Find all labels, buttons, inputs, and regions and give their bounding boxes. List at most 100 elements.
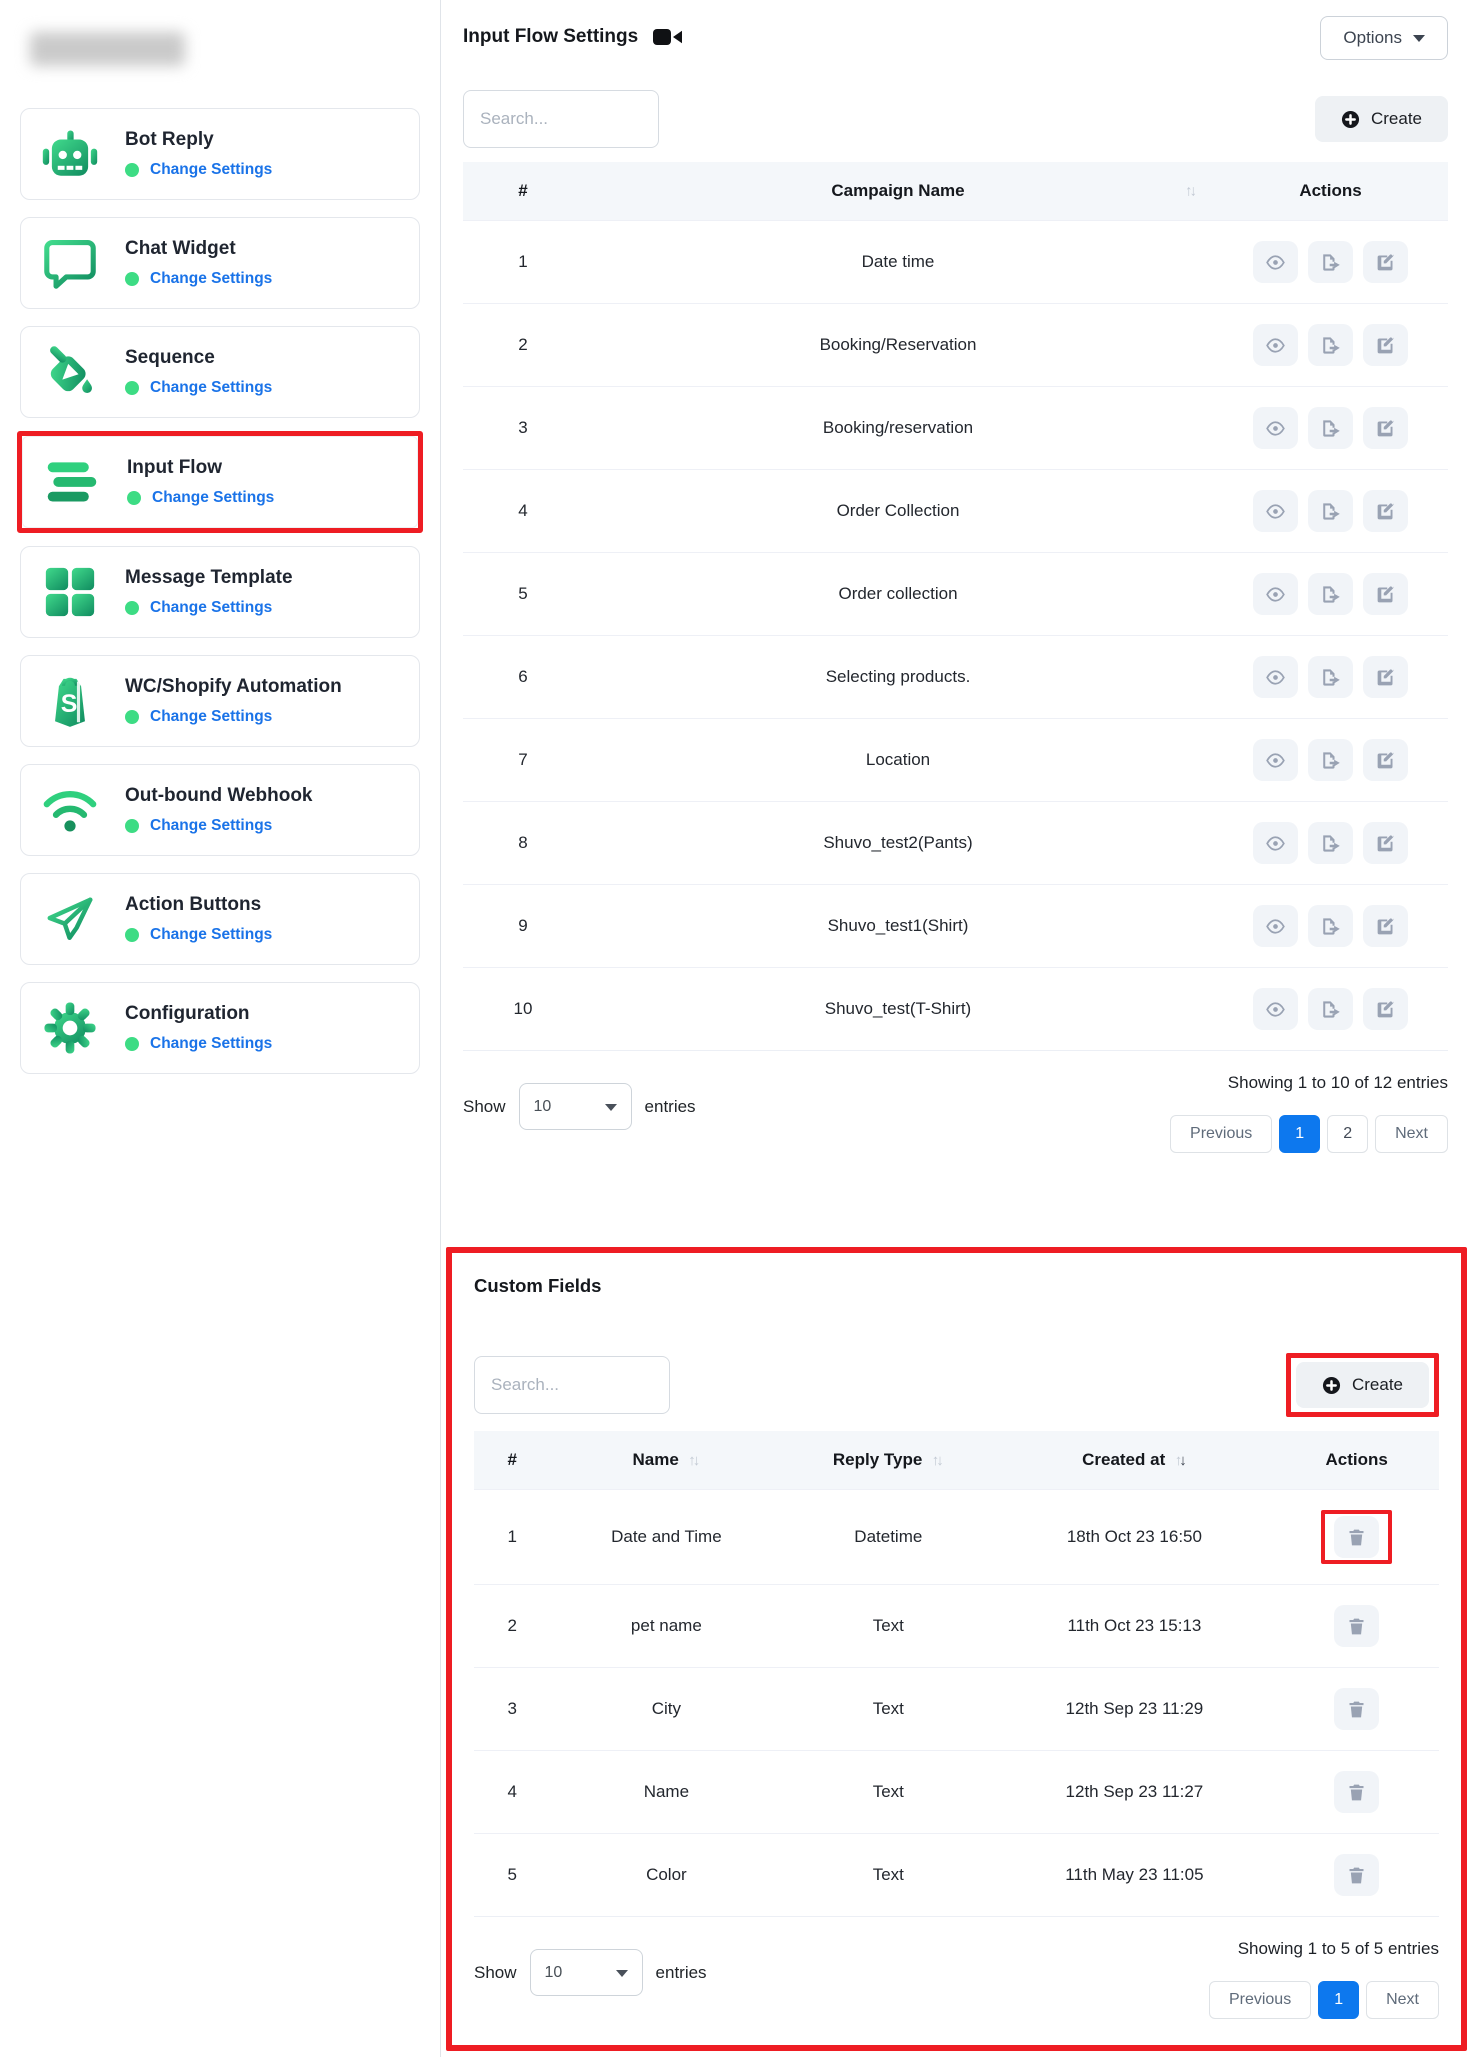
view-button[interactable]: [1253, 905, 1298, 947]
campaign-name-cell: Date time: [583, 221, 1213, 304]
campaign-page-button-2[interactable]: 2: [1327, 1115, 1368, 1153]
export-button[interactable]: [1308, 988, 1353, 1030]
edit-button[interactable]: [1363, 241, 1408, 283]
campaign-page-button-next[interactable]: Next: [1375, 1115, 1448, 1153]
column-header-reply-type[interactable]: Reply Type ↑↓: [782, 1431, 994, 1490]
sidebar-item-message-template[interactable]: Message Template Change Settings: [20, 546, 420, 638]
change-settings-link[interactable]: Change Settings: [150, 708, 272, 726]
app-window: Bot Reply Change Settings Chat Widget Ch…: [0, 0, 1470, 2057]
sort-arrows-icon[interactable]: ↑↓: [688, 1452, 700, 1469]
edit-button[interactable]: [1363, 656, 1408, 698]
view-button[interactable]: [1253, 573, 1298, 615]
custom-fields-search-input[interactable]: [474, 1356, 670, 1414]
campaign-table-header-row: # Campaign Name↑↓ Actions: [463, 162, 1448, 221]
view-button[interactable]: [1253, 241, 1298, 283]
options-button[interactable]: Options: [1320, 16, 1448, 60]
sidebar-item-chat-widget[interactable]: Chat Widget Change Settings: [20, 217, 420, 309]
export-button[interactable]: [1308, 656, 1353, 698]
status-dot: [125, 819, 139, 833]
export-button[interactable]: [1308, 241, 1353, 283]
campaign-page-button-previous[interactable]: Previous: [1170, 1115, 1272, 1153]
campaign-search-input[interactable]: [463, 90, 659, 148]
sidebar-item-title: Sequence: [125, 347, 272, 369]
custom-fields-table: # Name ↑↓ Reply Type ↑↓ Created at ↑↓ Ac…: [474, 1431, 1439, 1917]
options-button-label: Options: [1343, 28, 1402, 48]
change-settings-link[interactable]: Change Settings: [150, 1035, 272, 1053]
custom-fields-page-size-select[interactable]: 10: [530, 1949, 643, 1996]
sort-arrows-icon[interactable]: ↑↓: [932, 1452, 944, 1469]
edit-button[interactable]: [1363, 324, 1408, 366]
row-number: 4: [463, 470, 583, 553]
created-at-cell: 12th Sep 23 11:29: [994, 1668, 1274, 1751]
view-button[interactable]: [1253, 988, 1298, 1030]
view-button[interactable]: [1253, 490, 1298, 532]
edit-button[interactable]: [1363, 988, 1408, 1030]
campaign-create-button[interactable]: Create: [1315, 96, 1448, 142]
campaign-table-row: 6Selecting products.: [463, 636, 1448, 719]
sidebar-item-out-bound-webhook[interactable]: Out-bound Webhook Change Settings: [20, 764, 420, 856]
custom-fields-title: Custom Fields: [474, 1275, 1439, 1297]
export-button[interactable]: [1308, 573, 1353, 615]
sidebar-item-input-flow[interactable]: Input Flow Change Settings: [22, 436, 418, 528]
custom-fields-page-button-1[interactable]: 1: [1318, 1981, 1359, 2019]
campaign-page-button-1[interactable]: 1: [1279, 1115, 1320, 1153]
sort-arrows-icon[interactable]: ↑↓: [1175, 1452, 1187, 1469]
svg-text:S: S: [61, 690, 78, 718]
edit-icon: [1375, 335, 1396, 356]
sort-arrows-icon[interactable]: ↑↓: [1185, 183, 1197, 200]
view-button[interactable]: [1253, 324, 1298, 366]
column-header-campaign-name[interactable]: Campaign Name↑↓: [583, 162, 1213, 221]
edit-button[interactable]: [1363, 739, 1408, 781]
export-button[interactable]: [1308, 905, 1353, 947]
delete-button[interactable]: [1334, 1605, 1379, 1647]
change-settings-link[interactable]: Change Settings: [150, 599, 272, 617]
view-button[interactable]: [1253, 407, 1298, 449]
export-button[interactable]: [1308, 490, 1353, 532]
change-settings-link[interactable]: Change Settings: [150, 926, 272, 944]
change-settings-link[interactable]: Change Settings: [150, 817, 272, 835]
campaign-table-row: 9Shuvo_test1(Shirt): [463, 885, 1448, 968]
show-label: Show: [463, 1097, 506, 1117]
input-flow-bars-icon: [39, 461, 105, 503]
edit-button[interactable]: [1363, 905, 1408, 947]
export-button[interactable]: [1308, 739, 1353, 781]
export-button[interactable]: [1308, 822, 1353, 864]
column-header-created-at[interactable]: Created at ↑↓: [994, 1431, 1274, 1490]
edit-button[interactable]: [1363, 407, 1408, 449]
sidebar-item-sequence[interactable]: Sequence Change Settings: [20, 326, 420, 418]
delete-button[interactable]: [1334, 1516, 1379, 1558]
sidebar-item-bot-reply[interactable]: Bot Reply Change Settings: [20, 108, 420, 200]
video-camera-icon[interactable]: [653, 27, 683, 47]
sidebar-item-wc-shopify-automation[interactable]: S WC/Shopify Automation Change Settings: [20, 655, 420, 747]
reply-type-cell: Text: [782, 1834, 994, 1917]
change-settings-link[interactable]: Change Settings: [150, 161, 272, 179]
sidebar-item-configuration[interactable]: Configuration Change Settings: [20, 982, 420, 1074]
view-button[interactable]: [1253, 739, 1298, 781]
delete-button[interactable]: [1334, 1688, 1379, 1730]
custom-fields-page-button-next[interactable]: Next: [1366, 1981, 1439, 2019]
custom-fields-create-button[interactable]: Create: [1296, 1362, 1429, 1408]
export-button[interactable]: [1308, 324, 1353, 366]
export-button[interactable]: [1308, 407, 1353, 449]
edit-button[interactable]: [1363, 573, 1408, 615]
sidebar-item-action-buttons[interactable]: Action Buttons Change Settings: [20, 873, 420, 965]
change-settings-link[interactable]: Change Settings: [150, 379, 272, 397]
edit-button[interactable]: [1363, 822, 1408, 864]
view-button[interactable]: [1253, 656, 1298, 698]
campaign-page-size-select[interactable]: 10: [519, 1083, 632, 1130]
edit-button[interactable]: [1363, 490, 1408, 532]
delete-button[interactable]: [1334, 1771, 1379, 1813]
delete-button[interactable]: [1334, 1854, 1379, 1896]
column-header-name[interactable]: Name ↑↓: [551, 1431, 783, 1490]
eye-icon: [1265, 999, 1286, 1020]
row-number: 10: [463, 968, 583, 1051]
campaign-name-cell: Booking/reservation: [583, 387, 1213, 470]
trash-icon: [1346, 1782, 1367, 1803]
custom-fields-page-button-previous[interactable]: Previous: [1209, 1981, 1311, 2019]
created-at-cell: 12th Sep 23 11:27: [994, 1751, 1274, 1834]
campaign-pagination: Previous12Next: [1163, 1115, 1448, 1153]
view-button[interactable]: [1253, 822, 1298, 864]
change-settings-link[interactable]: Change Settings: [152, 489, 274, 507]
app-logo-blurred: [30, 32, 185, 66]
change-settings-link[interactable]: Change Settings: [150, 270, 272, 288]
